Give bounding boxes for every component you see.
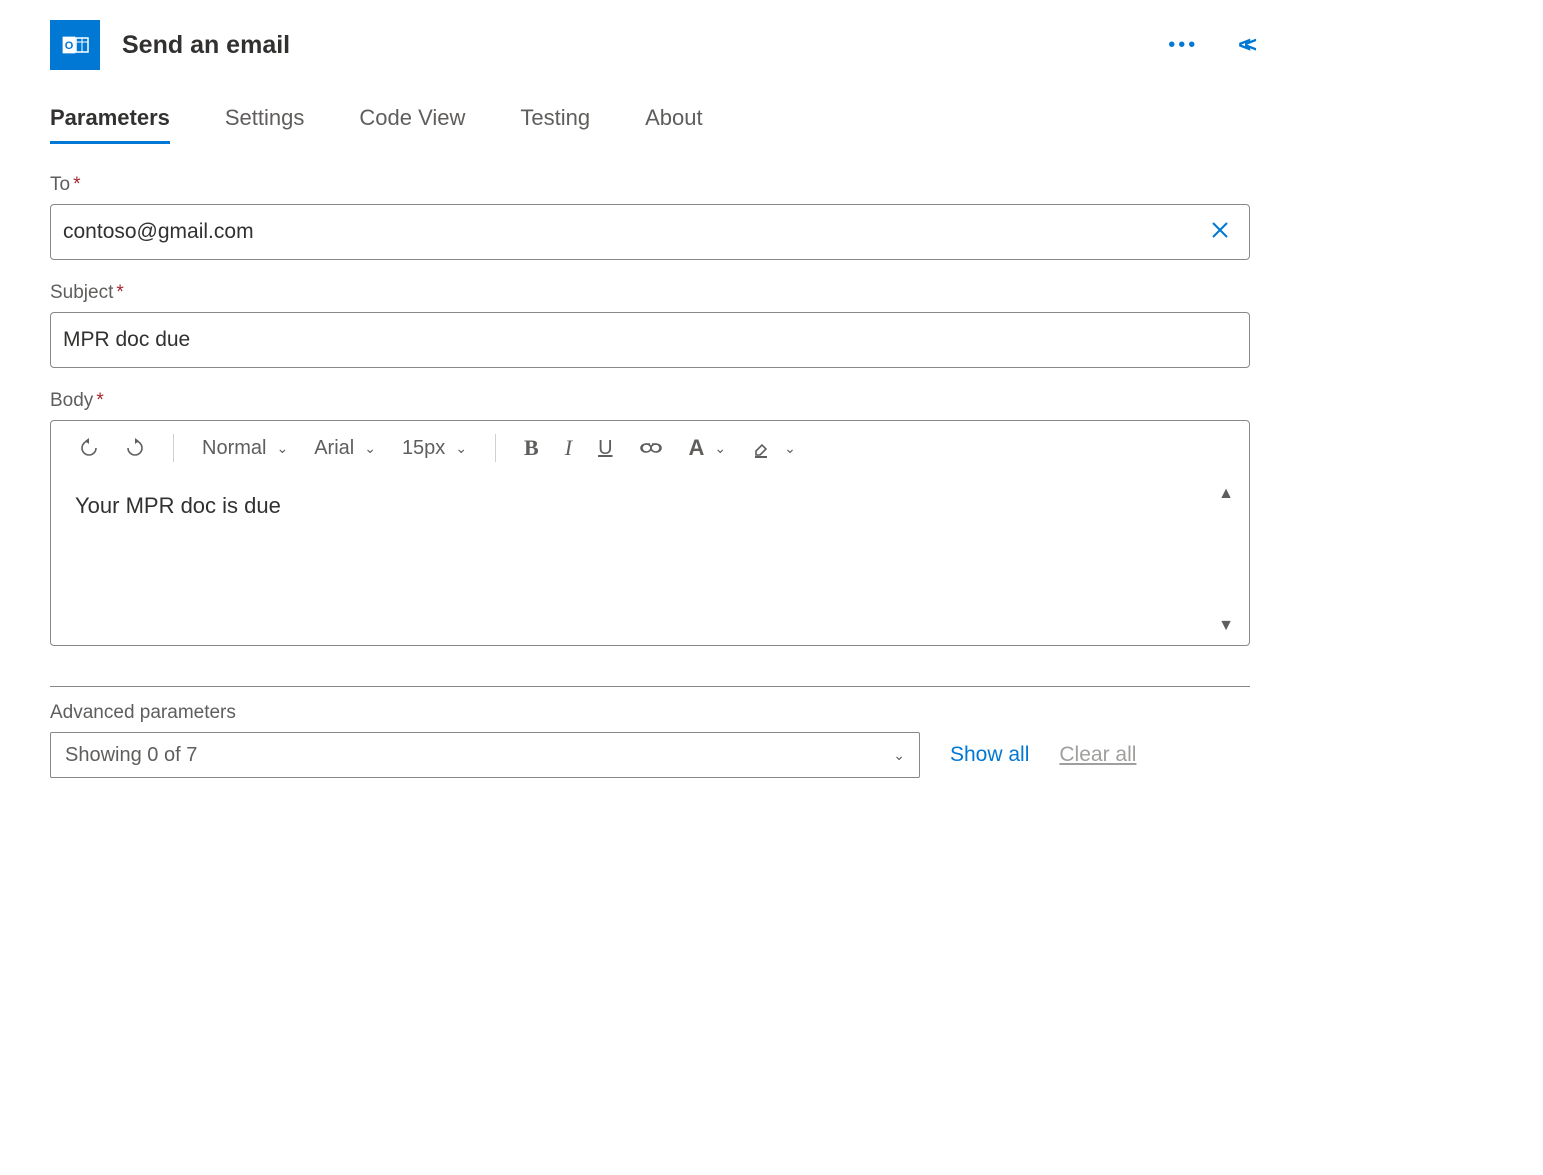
toolbar-separator xyxy=(173,434,174,462)
to-label: To* xyxy=(50,174,1250,196)
chevron-down-icon: ⌄ xyxy=(455,440,467,457)
advanced-parameters-label: Advanced parameters xyxy=(50,702,1250,724)
editor-toolbar: Normal⌄ Arial⌄ 15px⌄ B I U A⌄ xyxy=(51,421,1249,475)
body-textarea[interactable]: Your MPR doc is due ▲ ▼ xyxy=(51,475,1249,645)
underline-button[interactable]: U xyxy=(590,433,620,464)
panel-title: Send an email xyxy=(122,31,290,60)
redo-button[interactable] xyxy=(117,434,153,462)
chevron-down-icon: ⌄ xyxy=(364,440,376,457)
to-input-wrap xyxy=(50,204,1250,260)
font-size-dropdown[interactable]: 15px⌄ xyxy=(394,433,475,464)
subject-label: Subject* xyxy=(50,282,1250,304)
chevron-down-icon: ⌄ xyxy=(893,747,905,764)
advanced-parameters-dropdown[interactable]: Showing 0 of 7 ⌄ xyxy=(50,732,920,778)
clear-to-button[interactable] xyxy=(1203,217,1237,248)
italic-button[interactable]: I xyxy=(557,431,580,465)
editor-scrollbar: ▲ ▼ xyxy=(1211,485,1241,635)
undo-button[interactable] xyxy=(71,434,107,462)
tab-settings[interactable]: Settings xyxy=(225,105,305,144)
chevron-down-icon: ⌄ xyxy=(276,440,288,457)
toolbar-separator xyxy=(495,434,496,462)
bold-button[interactable]: B xyxy=(516,431,547,465)
required-indicator: * xyxy=(116,282,123,303)
clear-all-button[interactable]: Clear all xyxy=(1059,743,1136,767)
font-family-dropdown[interactable]: Arial⌄ xyxy=(306,433,384,464)
svg-text:O: O xyxy=(65,40,74,52)
panel-header: O Send an email ••• << xyxy=(50,10,1250,70)
show-all-button[interactable]: Show all xyxy=(950,743,1029,767)
body-label: Body* xyxy=(50,390,1250,412)
paragraph-style-dropdown[interactable]: Normal⌄ xyxy=(194,433,296,464)
collapse-panel-button[interactable]: << xyxy=(1238,32,1250,58)
tab-bar: Parameters Settings Code View Testing Ab… xyxy=(50,105,1250,144)
subject-input[interactable] xyxy=(63,328,1237,352)
link-button[interactable] xyxy=(631,436,671,460)
highlight-color-dropdown[interactable]: ⌄ xyxy=(744,433,804,463)
tab-about[interactable]: About xyxy=(645,105,703,144)
tab-code-view[interactable]: Code View xyxy=(359,105,465,144)
subject-input-wrap xyxy=(50,312,1250,368)
font-color-dropdown[interactable]: A⌄ xyxy=(681,431,735,465)
scroll-down-button[interactable]: ▼ xyxy=(1218,617,1234,635)
body-editor: Normal⌄ Arial⌄ 15px⌄ B I U A⌄ xyxy=(50,420,1250,646)
section-divider xyxy=(50,686,1250,687)
to-input[interactable] xyxy=(63,220,1203,244)
required-indicator: * xyxy=(96,390,103,411)
chevron-down-icon: ⌄ xyxy=(784,440,796,457)
tab-parameters[interactable]: Parameters xyxy=(50,105,170,144)
outlook-icon: O xyxy=(50,20,100,70)
required-indicator: * xyxy=(73,174,80,195)
scroll-up-button[interactable]: ▲ xyxy=(1218,485,1234,503)
tab-testing[interactable]: Testing xyxy=(520,105,590,144)
more-options-button[interactable]: ••• xyxy=(1168,34,1198,57)
chevron-down-icon: ⌄ xyxy=(714,440,726,457)
